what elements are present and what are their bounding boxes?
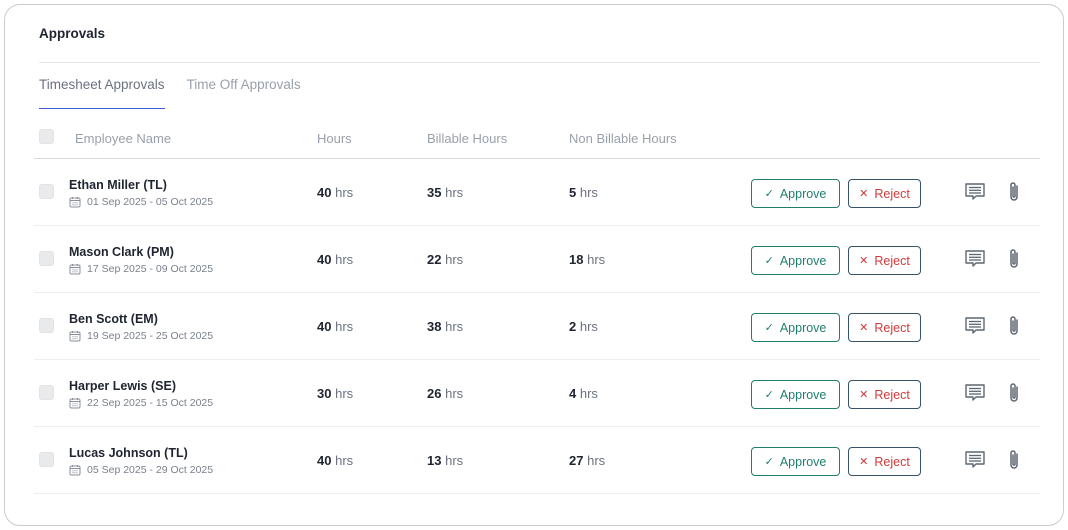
table-row: Ben Scott (EM) 19 Sep 2025 - 25 Oct 2025… (34, 293, 1040, 360)
x-icon: ✕ (859, 456, 869, 468)
calendar-icon (69, 264, 81, 275)
title-divider (39, 62, 1040, 63)
hours-value: 40 hrs (317, 453, 354, 468)
approve-button[interactable]: ✓ Approve (751, 313, 840, 342)
date-range-text: 05 Sep 2025 - 29 Oct 2025 (87, 464, 214, 476)
approval-tabs: Timesheet Approvals Time Off Approvals (39, 77, 323, 109)
employee-name: Ethan Miller (TL) (69, 178, 167, 192)
column-employee-name[interactable]: Employee Name (75, 131, 171, 146)
approve-label: Approve (779, 253, 827, 268)
reject-label: Reject (874, 320, 910, 335)
paperclip-icon[interactable] (1007, 448, 1021, 472)
non-billable-hours-value: 27 hrs (569, 453, 606, 468)
tab-time-off-approvals[interactable]: Time Off Approvals (187, 77, 301, 109)
billable-hours-value: 35 hrs (427, 185, 464, 200)
non-billable-hours-value: 5 hrs (569, 185, 598, 200)
date-range-text: 01 Sep 2025 - 05 Oct 2025 (87, 196, 214, 208)
reject-button[interactable]: ✕ Reject (848, 179, 921, 208)
check-icon: ✓ (764, 389, 774, 401)
reject-label: Reject (874, 454, 910, 469)
employee-name: Harper Lewis (SE) (69, 379, 176, 393)
row-checkbox[interactable] (39, 452, 54, 467)
approvals-table-body: Ethan Miller (TL) 01 Sep 2025 - 05 Oct 2… (34, 159, 1040, 494)
approve-button[interactable]: ✓ Approve (751, 246, 840, 275)
employee-name: Ben Scott (EM) (69, 312, 158, 326)
date-range-text: 22 Sep 2025 - 15 Oct 2025 (87, 397, 214, 409)
non-billable-hours-value: 18 hrs (569, 252, 606, 267)
comment-icon[interactable] (964, 249, 986, 269)
check-icon: ✓ (764, 188, 774, 200)
date-range: 19 Sep 2025 - 25 Oct 2025 (69, 330, 213, 342)
tab-timesheet-approvals[interactable]: Timesheet Approvals (39, 77, 165, 109)
page-title: Approvals (39, 26, 106, 41)
reject-button[interactable]: ✕ Reject (848, 380, 921, 409)
date-range: 05 Sep 2025 - 29 Oct 2025 (69, 464, 213, 476)
table-header: Employee Name Hours Billable Hours Non B… (34, 123, 1040, 159)
date-range-text: 17 Sep 2025 - 09 Oct 2025 (87, 263, 214, 275)
comment-icon[interactable] (964, 383, 986, 403)
non-billable-hours-value: 4 hrs (569, 386, 598, 401)
x-icon: ✕ (859, 389, 869, 401)
x-icon: ✕ (859, 322, 869, 334)
date-range-text: 19 Sep 2025 - 25 Oct 2025 (87, 330, 214, 342)
table-row: Lucas Johnson (TL) 05 Sep 2025 - 29 Oct … (34, 427, 1040, 494)
comment-icon[interactable] (964, 182, 986, 202)
paperclip-icon[interactable] (1007, 381, 1021, 405)
calendar-icon (69, 197, 81, 208)
check-icon: ✓ (764, 322, 774, 334)
billable-hours-value: 22 hrs (427, 252, 464, 267)
reject-button[interactable]: ✕ Reject (848, 313, 921, 342)
billable-hours-value: 38 hrs (427, 319, 464, 334)
approve-button[interactable]: ✓ Approve (751, 380, 840, 409)
hours-value: 40 hrs (317, 252, 354, 267)
comment-icon[interactable] (964, 450, 986, 470)
column-hours[interactable]: Hours (317, 131, 352, 146)
hours-value: 30 hrs (317, 386, 354, 401)
reject-label: Reject (874, 186, 910, 201)
reject-label: Reject (874, 253, 910, 268)
check-icon: ✓ (764, 456, 774, 468)
approve-label: Approve (779, 454, 827, 469)
approvals-card: Approvals Timesheet Approvals Time Off A… (4, 4, 1064, 526)
calendar-icon (69, 465, 81, 476)
row-checkbox[interactable] (39, 385, 54, 400)
calendar-icon (69, 398, 81, 409)
billable-hours-value: 26 hrs (427, 386, 464, 401)
x-icon: ✕ (859, 188, 869, 200)
approve-button[interactable]: ✓ Approve (751, 179, 840, 208)
table-row: Ethan Miller (TL) 01 Sep 2025 - 05 Oct 2… (34, 159, 1040, 226)
approve-label: Approve (779, 387, 827, 402)
reject-button[interactable]: ✕ Reject (848, 447, 921, 476)
table-row: Mason Clark (PM) 17 Sep 2025 - 09 Oct 20… (34, 226, 1040, 293)
x-icon: ✕ (859, 255, 869, 267)
hours-value: 40 hrs (317, 185, 354, 200)
table-row: Harper Lewis (SE) 22 Sep 2025 - 15 Oct 2… (34, 360, 1040, 427)
billable-hours-value: 13 hrs (427, 453, 464, 468)
reject-button[interactable]: ✕ Reject (848, 246, 921, 275)
date-range: 22 Sep 2025 - 15 Oct 2025 (69, 397, 213, 409)
non-billable-hours-value: 2 hrs (569, 319, 598, 334)
row-checkbox[interactable] (39, 251, 54, 266)
comment-icon[interactable] (964, 316, 986, 336)
paperclip-icon[interactable] (1007, 314, 1021, 338)
column-non-billable-hours[interactable]: Non Billable Hours (569, 131, 677, 146)
column-billable-hours[interactable]: Billable Hours (427, 131, 507, 146)
employee-name: Lucas Johnson (TL) (69, 446, 188, 460)
check-icon: ✓ (764, 255, 774, 267)
approve-button[interactable]: ✓ Approve (751, 447, 840, 476)
employee-name: Mason Clark (PM) (69, 245, 174, 259)
row-checkbox[interactable] (39, 318, 54, 333)
paperclip-icon[interactable] (1007, 180, 1021, 204)
paperclip-icon[interactable] (1007, 247, 1021, 271)
select-all-checkbox[interactable] (39, 129, 54, 144)
calendar-icon (69, 331, 81, 342)
row-checkbox[interactable] (39, 184, 54, 199)
reject-label: Reject (874, 387, 910, 402)
date-range: 17 Sep 2025 - 09 Oct 2025 (69, 263, 213, 275)
approve-label: Approve (779, 186, 827, 201)
approve-label: Approve (779, 320, 827, 335)
hours-value: 40 hrs (317, 319, 354, 334)
date-range: 01 Sep 2025 - 05 Oct 2025 (69, 196, 213, 208)
